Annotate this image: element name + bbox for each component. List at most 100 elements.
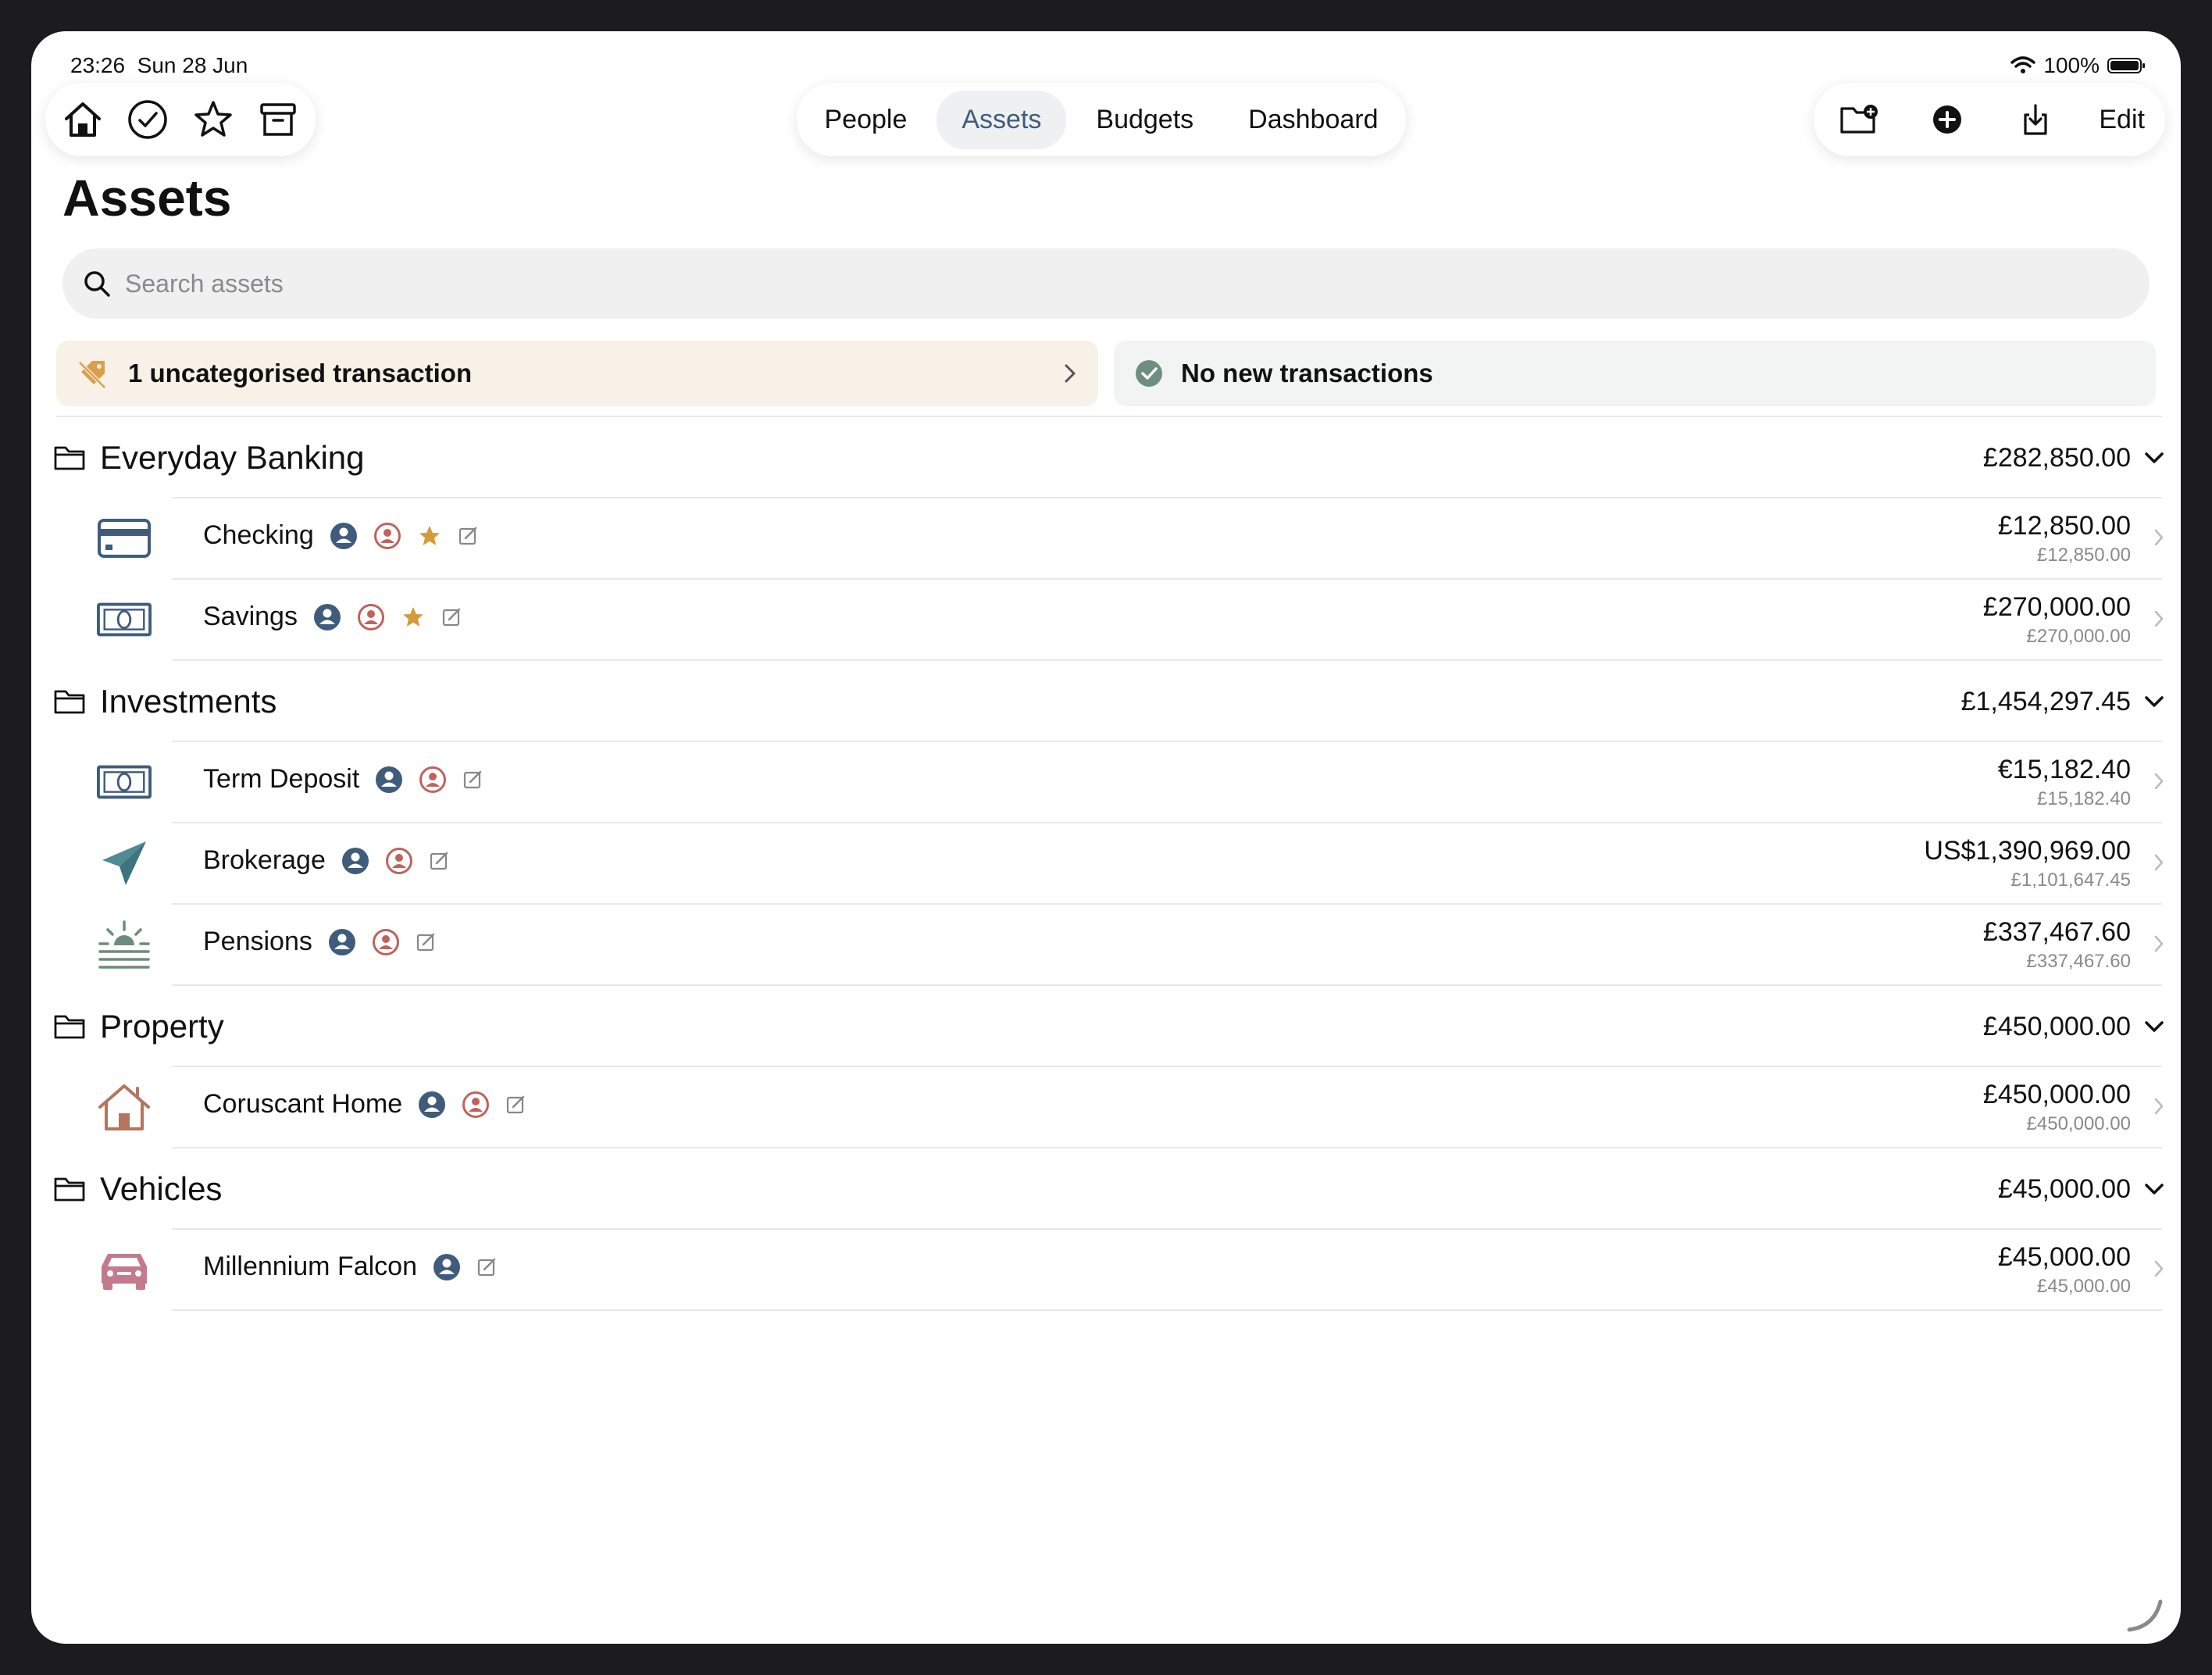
folder-icon [54,690,85,714]
home-button[interactable] [58,95,108,145]
asset-name: Millennium Falcon [203,1252,417,1281]
add-group-button[interactable] [1834,95,1884,145]
battery-percent: 100% [2043,53,2100,77]
checkmark-circle-filled-icon [1136,360,1162,387]
status-bar: 23:26 Sun 28 Jun 100% [70,42,2145,78]
person-filled-icon [376,766,403,793]
tab-assets[interactable]: Assets [937,90,1067,149]
tab-dashboard[interactable]: Dashboard [1223,91,1403,149]
group-name: Vehicles [100,1170,223,1207]
group-total: £45,000.00 [1997,1173,2131,1204]
divider [172,659,2162,661]
import-button[interactable] [2010,95,2060,145]
asset-amounts: US$1,390,969.00 £1,101,647.45 [1924,836,2131,891]
asset-name: Term Deposit [203,764,360,794]
asset-label: Brokerage [203,845,451,876]
person-outline-icon [372,928,399,955]
person-filled-icon [419,1091,446,1118]
resize-corner-icon[interactable] [2123,1591,2167,1634]
asset-row-millennium-falcon[interactable]: Millennium Falcon £45,000.00 £45,000.00 [97,1230,2165,1309]
chevron-right-icon [1065,364,1076,383]
chevron-right-icon [2154,1098,2164,1115]
credit-card-icon [97,512,152,564]
favourites-button[interactable] [188,95,238,145]
asset-amounts: £270,000.00 £270,000.00 [1983,592,2131,648]
edit-note-icon [507,1095,525,1113]
chevron-right-icon [2154,610,2164,627]
asset-row-coruscant-home[interactable]: Coruscant Home £450,000.00 £450,000.00 [97,1067,2165,1147]
search-bar[interactable] [62,248,2150,319]
chevron-right-icon [2154,529,2164,546]
person-outline-icon [385,847,412,874]
group-vehicles[interactable]: Vehicles £45,000.00 [53,1150,2165,1228]
left-toolbar [45,83,316,156]
asset-label: Checking [203,520,480,551]
app-screen: 23:26 Sun 28 Jun 100% People Assets Budg… [31,31,2181,1644]
asset-row-pensions[interactable]: Pensions £337,467.60 £337,467.60 [97,905,2165,984]
asset-amount: £337,467.60 [1982,917,2131,947]
status-time-text: 23:26 [70,53,126,77]
asset-row-brokerage[interactable]: Brokerage US$1,390,969.00 £1,101,647.45 [97,823,2165,903]
asset-label: Coruscant Home [203,1089,527,1120]
group-investments[interactable]: Investments £1,454,297.45 [53,662,2165,741]
asset-converted-amount: £12,850.00 [2036,545,2131,566]
edit-note-icon [442,608,461,626]
folder-icon [54,1015,85,1039]
section-tabs: People Assets Budgets Dashboard [797,83,1406,156]
asset-row-term-deposit[interactable]: Term Deposit €15,182.40 £15,182.40 [97,742,2165,822]
edit-note-icon [477,1258,496,1276]
asset-amount: £450,000.00 [1982,1080,2131,1109]
search-input[interactable] [123,268,1532,299]
asset-name: Coruscant Home [203,1089,403,1119]
tab-people[interactable]: People [799,91,932,149]
person-filled-icon [313,603,341,630]
archive-button[interactable] [253,95,303,145]
asset-label: Savings [203,602,463,632]
divider [172,984,2162,986]
asset-label: Term Deposit [203,764,484,795]
plus-circle-icon [1933,105,1962,134]
uncategorised-text: 1 uncategorised transaction [128,359,473,388]
asset-amounts: £12,850.00 £12,850.00 [1998,511,2131,566]
chevron-right-icon [2154,935,2164,952]
asset-amount: €15,182.40 [1997,755,2131,784]
archive-box-icon [260,103,296,136]
chevron-right-icon [2154,773,2164,790]
group-total: £450,000.00 [1982,1011,2131,1041]
chevron-down-icon [2145,1021,2164,1032]
person-outline-icon [373,522,401,549]
asset-converted-amount: £45,000.00 [2036,1276,2131,1297]
folder-add-icon [1840,105,1878,134]
tag-slash-icon [78,361,106,389]
group-everyday-banking[interactable]: Everyday Banking £282,850.00 [53,419,2165,497]
asset-row-checking[interactable]: Checking £12,850.00 £12,850.00 [97,498,2165,578]
group-property[interactable]: Property £450,000.00 [53,988,2165,1066]
uncategorised-banner[interactable]: 1 uncategorised transaction [56,341,1098,406]
group-name: Everyday Banking [100,439,365,476]
asset-converted-amount: £1,101,647.45 [2010,870,2131,891]
group-name: Investments [100,683,277,720]
search-icon [84,271,110,297]
asset-amounts: £450,000.00 £450,000.00 [1983,1080,2131,1135]
person-filled-icon [433,1253,460,1280]
person-filled-icon [330,522,357,549]
chevron-down-icon [2145,452,2164,463]
star-filled-icon [402,606,423,627]
star-filled-icon [419,525,440,545]
asset-converted-amount: £450,000.00 [2026,1113,2131,1134]
reconcile-button[interactable] [123,95,173,145]
group-name: Property [100,1008,224,1045]
chevron-down-icon [2145,696,2164,707]
asset-row-savings[interactable]: Savings £270,000.00 £270,000.00 [97,580,2165,659]
asset-name: Savings [203,602,298,631]
paper-plane-icon [97,838,152,889]
person-filled-icon [328,928,355,955]
asset-amount: £12,850.00 [1997,511,2131,541]
add-asset-button[interactable] [1922,95,1972,145]
page-title: Assets [62,169,232,227]
asset-name: Pensions [203,927,312,956]
tab-budgets[interactable]: Budgets [1071,91,1218,149]
status-time: 23:26 Sun 28 Jun [70,53,248,78]
divider [172,1147,2162,1148]
edit-button[interactable]: Edit [2099,105,2145,135]
